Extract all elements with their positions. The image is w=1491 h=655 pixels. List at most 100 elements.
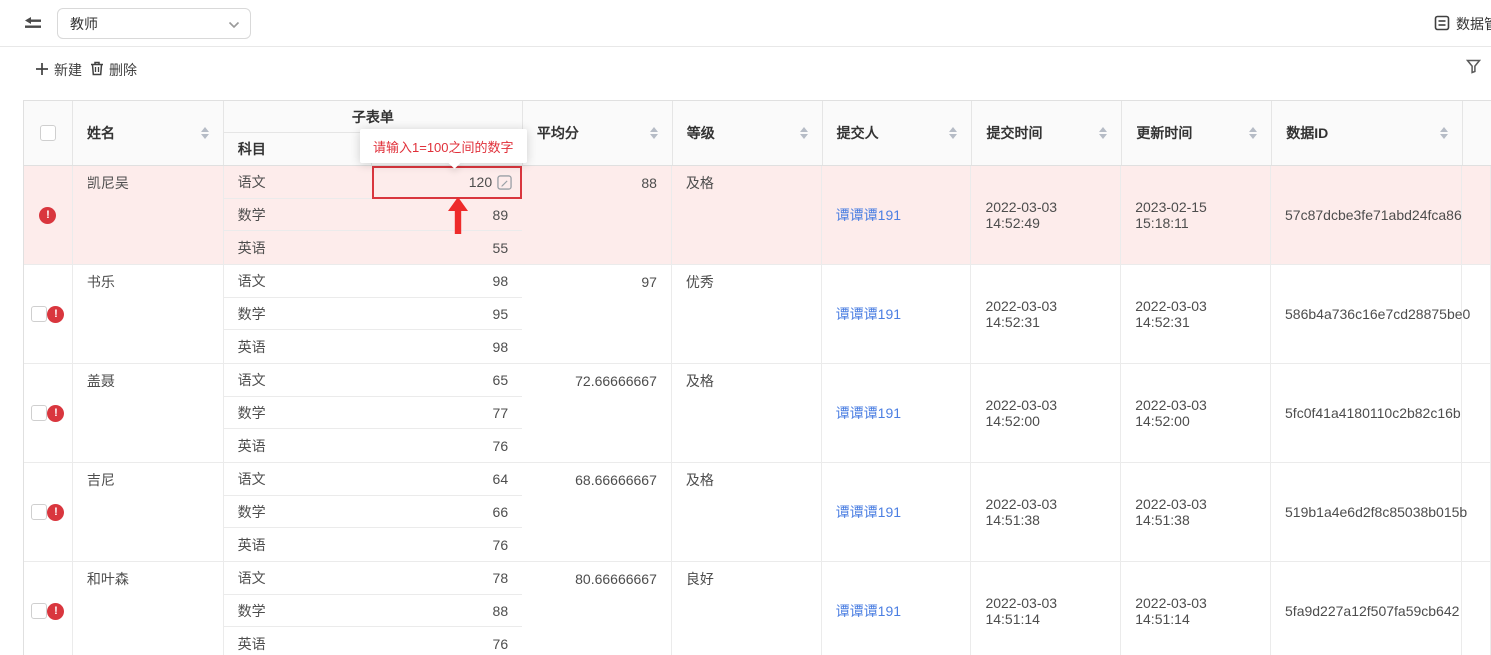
subject-value: 英语 [224,627,373,655]
subject-value: 语文 [224,562,373,595]
filter-icon[interactable] [1466,59,1481,77]
score-subcolumn: 64 66 76 [372,463,522,561]
score-subcolumn: 98 95 98 [372,265,522,363]
table-toolbar: 新建 删除 [0,48,1491,100]
score-cell[interactable]: 89 [372,199,522,232]
header-name-label: 姓名 [87,123,115,143]
sort-icon[interactable] [644,127,658,139]
subject-value: 英语 [224,429,373,462]
submitter-link[interactable]: 谭谭谭191 [836,601,901,621]
submitter-link[interactable]: 谭谭谭191 [836,502,901,522]
score-cell[interactable]: 98 [372,330,522,363]
score-cell[interactable]: 120 [372,166,522,199]
row-checkbox[interactable] [31,405,47,421]
submit-time-value: 2022-03-03 14:51:38 [985,496,1106,528]
table-body: 凯尼吴 语文 数学 英语 120 89 [24,166,1491,655]
score-cell[interactable]: 88 [372,595,522,628]
score-cell[interactable]: 98 [372,265,522,298]
delete-button[interactable]: 删除 [90,60,137,80]
submitter-link[interactable]: 谭谭谭191 [836,304,901,324]
name-value: 凯尼吴 [87,166,209,199]
score-value: 89 [493,207,509,223]
table-row: 凯尼吴 语文 数学 英语 120 89 [24,166,1491,265]
header-submit-time-label: 提交时间 [986,123,1042,143]
score-value: 65 [493,372,509,388]
update-time-value: 2022-03-03 14:51:14 [1135,595,1256,627]
submitter-cell: 谭谭谭191 [822,166,972,264]
header-data-id: 数据ID [1272,101,1463,165]
header-average-label: 平均分 [537,123,579,143]
score-cell[interactable]: 76 [372,429,522,462]
score-cell[interactable]: 55 [372,231,522,264]
validation-tooltip: 请输入1=100之间的数字 [360,129,527,163]
update-time-value: 2023-02-15 15:18:11 [1135,199,1256,231]
score-cell[interactable]: 64 [372,463,522,496]
table-row: 盖聂 语文 数学 英语 65 77 [24,364,1491,463]
average-value: 80.66666667 [536,562,657,595]
grade-cell: 良好 [672,562,822,655]
new-button[interactable]: 新建 [35,60,82,80]
score-cell[interactable]: 95 [372,298,522,331]
select-all-cell [24,101,73,165]
header-filler [1463,101,1491,165]
update-time-cell: 2022-03-03 14:51:14 [1121,562,1271,655]
update-time-value: 2022-03-03 14:52:00 [1135,397,1256,429]
subject-subcolumn: 语文 数学 英语 [224,463,373,561]
row-checkbox[interactable] [31,603,47,619]
data-id-value: 5fc0f41a4180110c2b82c16b [1285,405,1461,421]
subject-value: 数学 [224,496,373,529]
submit-time-cell: 2022-03-03 14:51:38 [971,463,1121,561]
sort-icon[interactable] [1434,127,1448,139]
data-id-cell: 5fc0f41a4180110c2b82c16b [1271,364,1462,462]
data-management-link[interactable]: 数据管理 [1434,14,1491,34]
update-time-cell: 2022-03-03 14:51:38 [1121,463,1271,561]
error-exclamation-icon [39,207,56,224]
subject-value: 英语 [224,528,373,561]
sort-icon[interactable] [794,127,808,139]
score-value: 78 [493,570,509,586]
header-average: 平均分 [523,101,673,165]
submitter-cell: 谭谭谭191 [822,364,972,462]
data-table: 姓名 子表单 科目 平均分 等级 提交人 [23,100,1491,655]
data-id-cell: 519b1a4e6d2f8c85038b015b [1271,463,1462,561]
average-cell: 97 [522,265,672,363]
collapse-sidebar-icon[interactable] [24,16,42,31]
row-select-cell [24,265,73,363]
form-select[interactable]: 教师 [57,8,251,39]
score-value: 98 [493,339,509,355]
sort-icon[interactable] [1243,127,1257,139]
header-update-time: 更新时间 [1122,101,1272,165]
subject-value: 语文 [224,463,373,496]
plus-icon [35,62,49,79]
name-cell: 书乐 [73,265,224,363]
header-grade-label: 等级 [687,123,715,143]
score-cell[interactable]: 66 [372,496,522,529]
grade-cell: 及格 [672,463,822,561]
submitter-link[interactable]: 谭谭谭191 [836,403,901,423]
sort-icon[interactable] [943,127,957,139]
row-checkbox[interactable] [31,306,47,322]
subject-subcolumn: 语文 数学 英语 [224,265,373,363]
header-submit-time: 提交时间 [972,101,1122,165]
select-all-checkbox[interactable] [40,125,56,141]
score-value: 77 [493,405,509,421]
new-button-label: 新建 [54,60,82,80]
data-id-cell: 586b4a736c16e7cd28875be0 [1271,265,1462,363]
score-value: 95 [493,306,509,322]
submitter-link[interactable]: 谭谭谭191 [836,205,901,225]
subject-value: 数学 [224,397,373,430]
score-cell[interactable]: 77 [372,397,522,430]
score-cell[interactable]: 65 [372,364,522,397]
average-cell: 72.66666667 [522,364,672,462]
submit-time-cell: 2022-03-03 14:52:31 [971,265,1121,363]
update-time-cell: 2022-03-03 14:52:00 [1121,364,1271,462]
row-checkbox[interactable] [31,504,47,520]
sort-icon[interactable] [195,127,209,139]
sort-icon[interactable] [1093,127,1107,139]
score-cell[interactable]: 76 [372,627,522,655]
edit-pencil-icon[interactable] [497,175,512,190]
score-cell[interactable]: 76 [372,528,522,561]
score-cell[interactable]: 78 [372,562,522,595]
name-cell: 盖聂 [73,364,224,462]
subject-value: 数学 [224,298,373,331]
